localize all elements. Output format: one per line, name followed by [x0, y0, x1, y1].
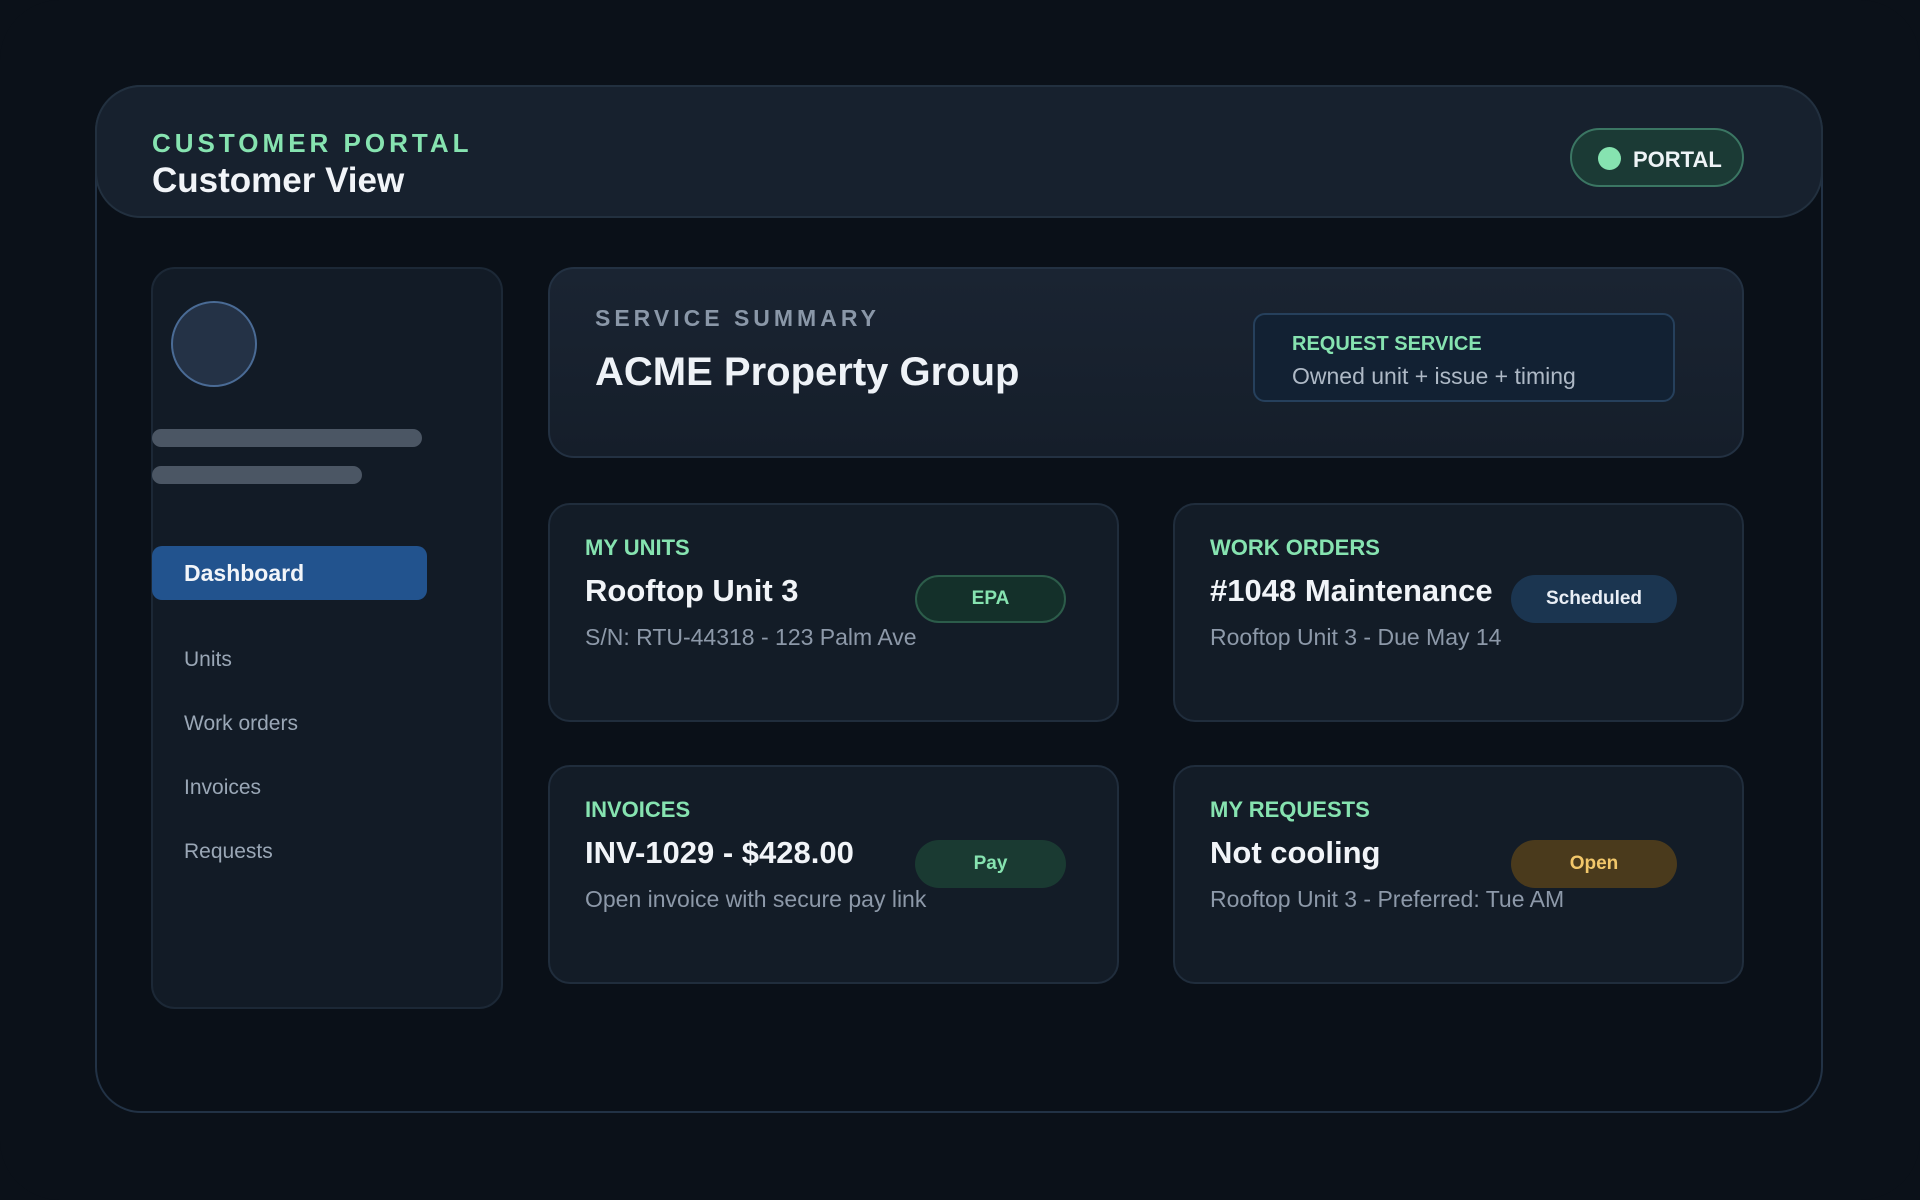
- header-eyebrow: CUSTOMER PORTAL: [152, 128, 473, 158]
- card-title: Not cooling: [1210, 835, 1381, 870]
- pay-button[interactable]: Pay: [915, 840, 1066, 888]
- card-eyebrow: MY UNITS: [585, 535, 690, 560]
- status-badge-scheduled: Scheduled: [1511, 575, 1677, 623]
- invoices-card[interactable]: INVOICES INV-1029 - $428.00 Open invoice…: [548, 765, 1119, 984]
- card-eyebrow: MY REQUESTS: [1210, 797, 1370, 822]
- portal-badge[interactable]: PORTAL: [1570, 128, 1744, 187]
- status-dot-icon: [1598, 147, 1621, 170]
- sidebar-item-invoices[interactable]: Invoices: [184, 776, 261, 800]
- request-service-description: Owned unit + issue + timing: [1292, 363, 1576, 389]
- portal-badge-label: PORTAL: [1633, 147, 1722, 172]
- card-title: Rooftop Unit 3: [585, 573, 799, 608]
- epa-badge: EPA: [915, 575, 1066, 623]
- units-card[interactable]: MY UNITS Rooftop Unit 3 S/N: RTU-44318 -…: [548, 503, 1119, 722]
- sidebar-item-work-orders[interactable]: Work orders: [184, 712, 298, 736]
- request-service-label: REQUEST SERVICE: [1292, 333, 1482, 355]
- card-subtitle: Rooftop Unit 3 - Preferred: Tue AM: [1210, 886, 1565, 912]
- sidebar-item-dashboard[interactable]: Dashboard: [152, 546, 427, 600]
- request-service-button[interactable]: REQUEST SERVICE Owned unit + issue + tim…: [1253, 313, 1675, 402]
- sidebar-item-label: Dashboard: [184, 560, 305, 586]
- card-eyebrow: INVOICES: [585, 797, 691, 822]
- sidebar-item-units[interactable]: Units: [184, 648, 232, 672]
- avatar[interactable]: [171, 301, 257, 387]
- card-title: #1048 Maintenance: [1210, 573, 1493, 608]
- summary-eyebrow: SERVICE SUMMARY: [595, 305, 880, 331]
- card-subtitle: Rooftop Unit 3 - Due May 14: [1210, 624, 1502, 650]
- card-subtitle: S/N: RTU-44318 - 123 Palm Ave: [585, 624, 917, 650]
- customer-name: ACME Property Group: [595, 350, 1020, 394]
- requests-card[interactable]: MY REQUESTS Not cooling Rooftop Unit 3 -…: [1173, 765, 1744, 984]
- card-title: INV-1029 - $428.00: [585, 835, 854, 870]
- card-subtitle: Open invoice with secure pay link: [585, 886, 927, 912]
- status-badge-open: Open: [1511, 840, 1677, 888]
- skeleton-line-email: [152, 466, 362, 484]
- skeleton-line-name: [152, 429, 422, 447]
- page-title: Customer View: [152, 161, 405, 200]
- sidebar-item-requests[interactable]: Requests: [184, 840, 273, 864]
- work-orders-card[interactable]: WORK ORDERS #1048 Maintenance Rooftop Un…: [1173, 503, 1744, 722]
- card-eyebrow: WORK ORDERS: [1210, 535, 1380, 560]
